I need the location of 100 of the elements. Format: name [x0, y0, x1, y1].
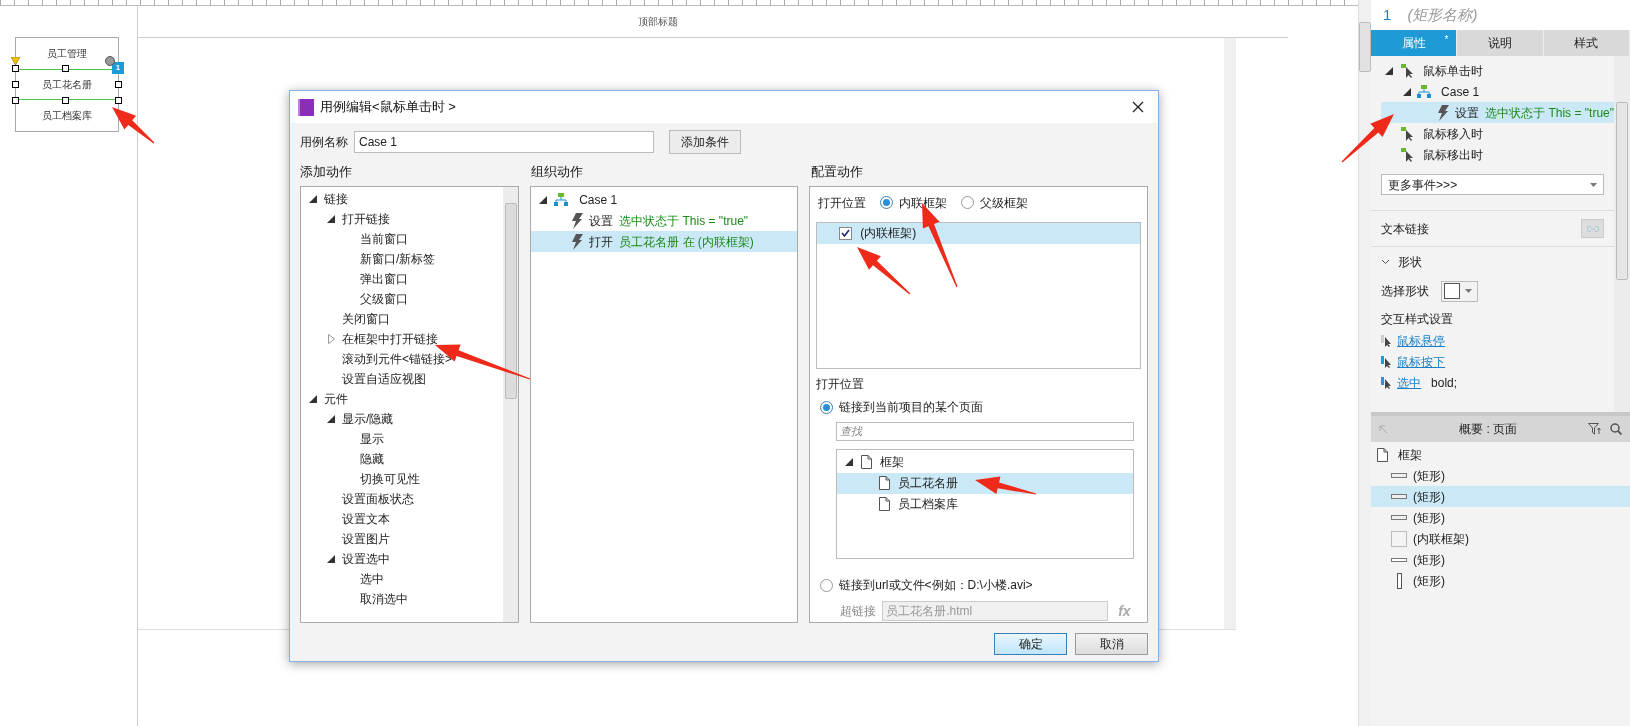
event-label[interactable]: 鼠标单击时	[1423, 61, 1484, 80]
section-title[interactable]: 形状	[1398, 252, 1423, 271]
tree-item[interactable]: 切换可见性	[360, 470, 420, 488]
resize-handle[interactable]	[115, 81, 122, 88]
tree-item[interactable]: 在框架中打开链接	[342, 330, 438, 348]
frame-row[interactable]: (内联框架)	[817, 222, 1140, 244]
select-shape-label: 选择形状	[1381, 283, 1430, 300]
dropdown-arrow-icon[interactable]	[1590, 182, 1597, 187]
outline-page[interactable]: 框架	[1398, 445, 1423, 464]
page-icon	[879, 497, 891, 512]
expanded-triangle-icon[interactable]	[1385, 66, 1394, 75]
outline-item[interactable]: (矩形)	[1371, 549, 1630, 570]
action-row[interactable]: 打开 员工花名册 在 (内联框架)	[531, 231, 798, 252]
tree-item[interactable]: 滚动到元件<锚链接>	[342, 350, 452, 368]
expanded-triangle-icon[interactable]	[845, 458, 854, 467]
menu-item[interactable]: 员工档案库	[16, 100, 118, 131]
shape-picker[interactable]	[1441, 280, 1479, 302]
radio-label[interactable]: 内联框架	[899, 193, 948, 212]
scrollbar[interactable]	[1614, 56, 1630, 412]
case-label[interactable]: Case 1	[579, 190, 618, 209]
radio-button[interactable]	[820, 578, 834, 592]
outline-item[interactable]: (矩形)	[1371, 570, 1630, 591]
event-label[interactable]: 鼠标移出时	[1423, 145, 1484, 164]
tree-item[interactable]: 打开链接	[342, 210, 390, 228]
tree-item[interactable]: 弹出窗口	[360, 270, 408, 288]
radio-button[interactable]	[961, 196, 975, 210]
expanded-triangle-icon[interactable]	[309, 195, 317, 203]
filter-icon[interactable]	[1588, 423, 1602, 435]
resize-handle[interactable]	[12, 65, 19, 72]
radio-button[interactable]	[820, 400, 834, 414]
style-link[interactable]: 鼠标按下	[1397, 352, 1446, 371]
style-link[interactable]: 鼠标悬停	[1397, 331, 1446, 350]
resize-handle[interactable]	[12, 81, 19, 88]
expanded-triangle-icon[interactable]	[1403, 87, 1412, 96]
tree-item[interactable]: 当前窗口	[360, 230, 408, 248]
action-row[interactable]: 设置 选中状态于 This = "true"	[531, 210, 798, 231]
radio-label[interactable]: 链接到url或文件<例如：D:\小楼.avi>	[839, 576, 1033, 595]
resize-handle[interactable]	[62, 97, 69, 104]
tree-item[interactable]: 选中	[360, 570, 384, 588]
expanded-triangle-icon[interactable]	[327, 555, 335, 563]
close-icon[interactable]	[1132, 101, 1144, 113]
add-condition-button[interactable]: 添加条件	[669, 130, 741, 154]
tree-item[interactable]: 链接	[324, 190, 348, 208]
tree-item[interactable]: 隐藏	[360, 450, 384, 468]
expanded-triangle-icon[interactable]	[327, 415, 335, 423]
annotation-arrow	[857, 247, 911, 295]
more-events-dropdown[interactable]: 更多事件>>>	[1381, 174, 1604, 195]
expanded-triangle-icon[interactable]	[309, 395, 317, 403]
resize-handle[interactable]	[12, 97, 19, 104]
tree-item[interactable]: 显示	[360, 430, 384, 448]
ok-button[interactable]: 确定	[994, 633, 1067, 655]
cancel-button[interactable]: 取消	[1075, 633, 1148, 655]
resize-handle[interactable]	[115, 97, 122, 104]
scrollbar[interactable]	[1358, 0, 1371, 726]
search-field[interactable]: 查找	[836, 421, 1135, 441]
tree-item[interactable]: 显示/隐藏	[342, 410, 394, 428]
case-name-field[interactable]: Case 1	[354, 131, 654, 153]
tree-item[interactable]: 取消选中	[360, 590, 408, 608]
outline-item[interactable]: (矩形)	[1371, 465, 1630, 486]
expanded-triangle-icon[interactable]	[539, 195, 548, 204]
tree-item[interactable]: 关闭窗口	[342, 310, 390, 328]
radio-label[interactable]: 父级框架	[980, 193, 1029, 212]
tree-item[interactable]: 设置文本	[342, 510, 390, 528]
panel-tab[interactable]: 说明	[1457, 30, 1544, 56]
page-row[interactable]: 框架	[837, 451, 1134, 473]
lightning-icon	[571, 212, 584, 229]
tree-item[interactable]: 设置选中	[342, 550, 390, 568]
outline-item[interactable]: (矩形)	[1371, 507, 1630, 528]
checkbox[interactable]	[839, 226, 853, 240]
collapsed-triangle-icon[interactable]	[327, 334, 335, 344]
section-title: 添加动作	[300, 163, 353, 182]
page-row[interactable]: 员工花名册	[837, 472, 1134, 494]
outline-item[interactable]: (内联框架)	[1371, 528, 1630, 549]
outline-item[interactable]: (矩形)	[1371, 486, 1630, 507]
rotate-handle[interactable]	[105, 56, 115, 66]
tree-item[interactable]: 设置自适应视图	[342, 370, 426, 388]
tree-item[interactable]: 新窗口/新标签	[360, 250, 436, 268]
search-icon[interactable]	[1610, 423, 1622, 435]
event-label[interactable]: 鼠标移入时	[1423, 124, 1484, 143]
panel-tab[interactable]: 样式	[1543, 30, 1630, 56]
style-link[interactable]: 选中	[1397, 373, 1422, 392]
page-row[interactable]: 员工档案库	[837, 493, 1134, 515]
scrollbar[interactable]	[1224, 38, 1236, 629]
dropdown-arrow-icon[interactable]	[1465, 289, 1473, 293]
interaction-style-label: 交互样式设置	[1381, 311, 1455, 328]
case-label[interactable]: Case 1	[1441, 82, 1480, 101]
radio-button[interactable]	[880, 196, 894, 210]
tree-item[interactable]: 设置面板状态	[342, 490, 414, 508]
chevron-down-icon[interactable]	[1381, 258, 1391, 265]
resize-handle[interactable]	[62, 65, 69, 72]
cursor-event-icon	[1401, 63, 1416, 78]
rectangle-icon	[1391, 557, 1408, 562]
tree-item[interactable]: 元件	[324, 390, 348, 408]
expanded-triangle-icon[interactable]	[327, 215, 335, 223]
tree-item[interactable]: 设置图片	[342, 530, 390, 548]
tree-item[interactable]: 父级窗口	[360, 290, 408, 308]
dialog-title: 用例编辑<鼠标单击时 >	[320, 98, 456, 117]
radio-label[interactable]: 链接到当前项目的某个页面	[839, 398, 984, 416]
scrollbar[interactable]	[503, 187, 519, 622]
action-row[interactable]: 设置 选中状态于 This = "true"	[1381, 102, 1614, 123]
